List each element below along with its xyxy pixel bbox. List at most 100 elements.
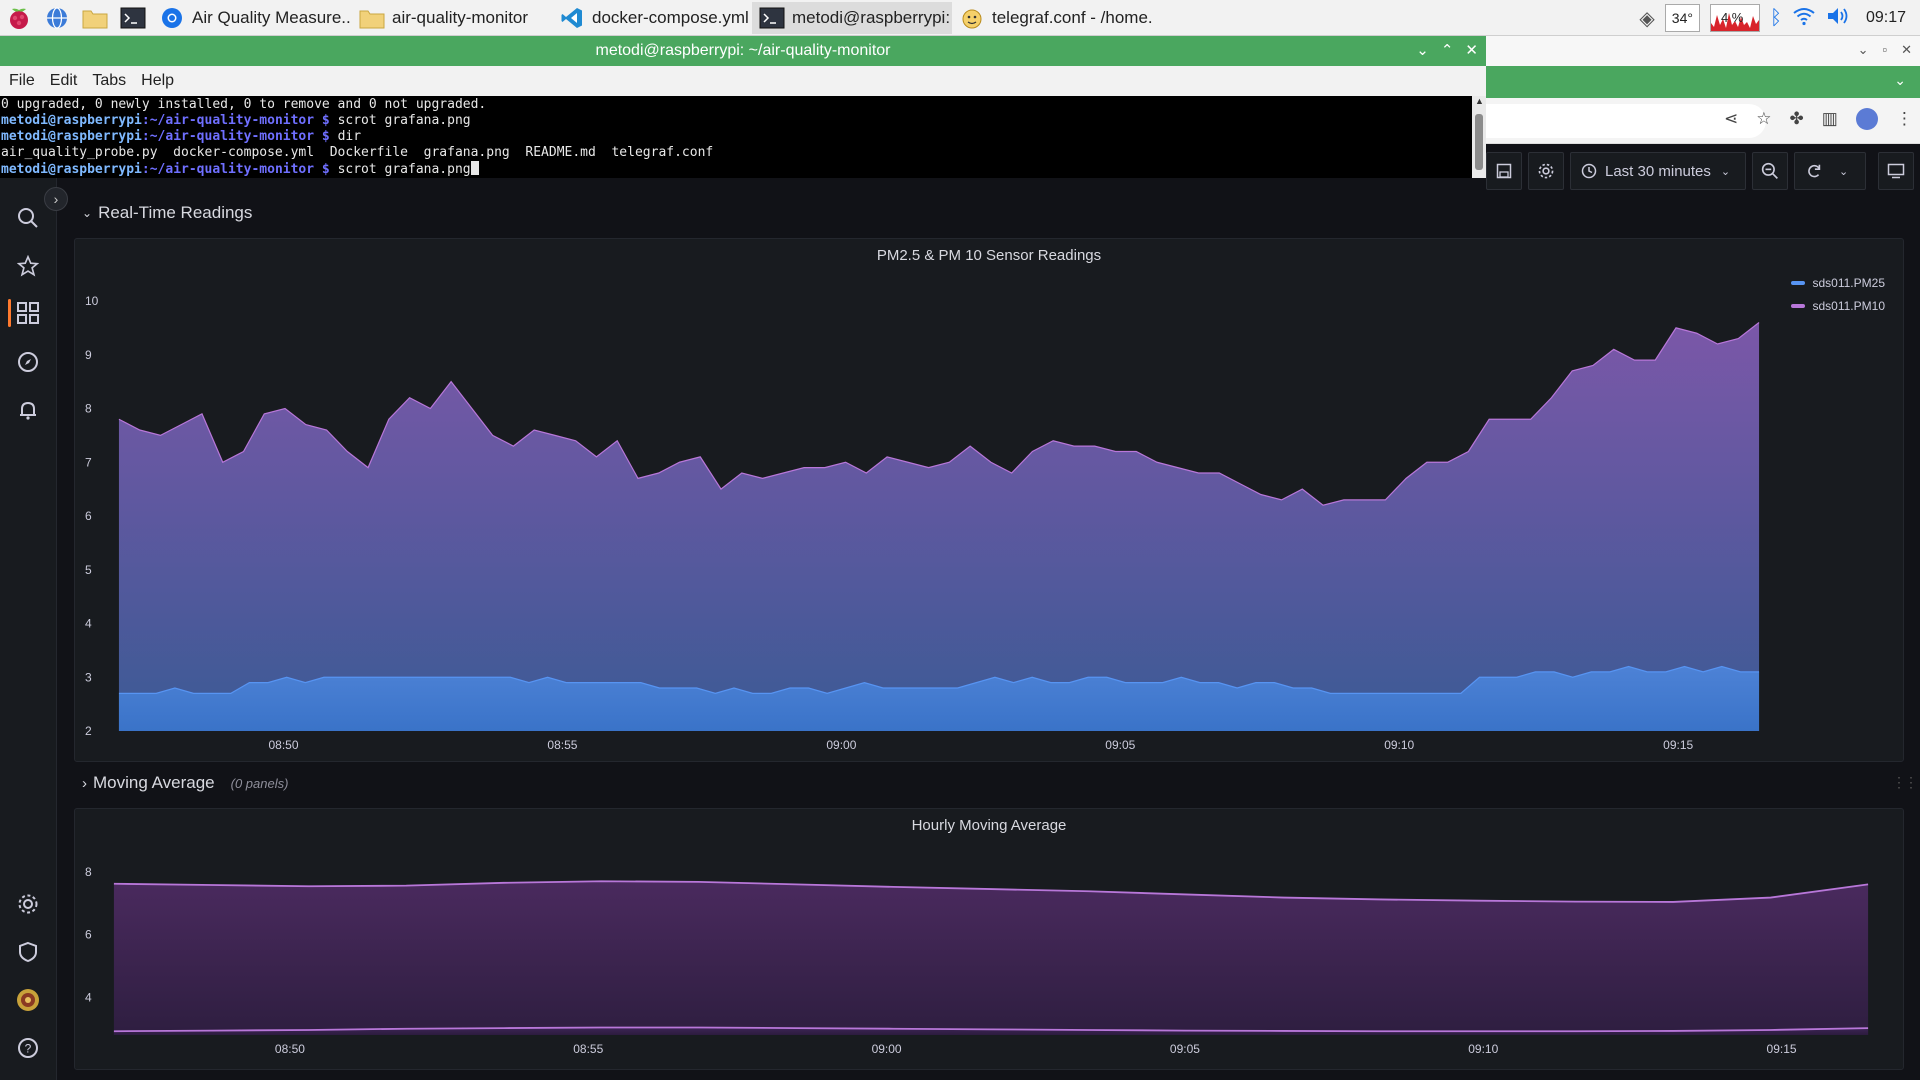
- task-text-editor[interactable]: telegraf.conf - /home...: [952, 2, 1152, 34]
- chevron-down-icon[interactable]: ⌄: [1858, 42, 1869, 58]
- y-tick-label: 7: [85, 455, 92, 469]
- browser-tab-strip: ⌄: [1486, 66, 1920, 98]
- alerting-bell-icon[interactable]: [14, 396, 42, 424]
- clock-icon: [1581, 163, 1597, 179]
- save-dashboard-button[interactable]: [1486, 152, 1522, 190]
- settings-gear-icon[interactable]: [14, 890, 42, 918]
- terminal-menubar: File Edit Tabs Help: [0, 66, 1486, 96]
- file-manager-launcher-icon[interactable]: [80, 4, 110, 32]
- legend-swatch: [1790, 303, 1805, 308]
- starred-icon[interactable]: [14, 252, 42, 280]
- close-icon[interactable]: ✕: [1901, 42, 1912, 58]
- grafana-sidebar: ?: [0, 146, 57, 1080]
- help-icon[interactable]: ?: [14, 1034, 42, 1062]
- legend-item-pm25[interactable]: sds011.PM25: [1790, 271, 1885, 294]
- menu-help[interactable]: Help: [141, 72, 174, 90]
- menu-tabs[interactable]: Tabs: [92, 72, 126, 90]
- menu-kebab-icon[interactable]: ⋮: [1896, 109, 1913, 129]
- x-tick-label: 09:05: [1105, 738, 1135, 752]
- bookmark-star-icon[interactable]: ☆: [1756, 109, 1771, 129]
- pm-sensor-chart[interactable]: 2 3 4 5 6 7 8 9 10 08:50 08:55 09:00 09:05 09:10 09:15: [75, 239, 1905, 763]
- row-real-time-readings[interactable]: ⌄ Real-Time Readings: [82, 203, 252, 223]
- task-file-manager[interactable]: air-quality-monitor: [352, 2, 552, 34]
- cpu-usage-monitor[interactable]: 4 %: [1709, 4, 1760, 32]
- time-range-picker[interactable]: Last 30 minutes ⌄: [1570, 152, 1746, 190]
- clock[interactable]: 09:17: [1866, 9, 1906, 27]
- zoom-out-button[interactable]: [1752, 152, 1788, 190]
- raspberry-menu-icon[interactable]: [4, 4, 34, 32]
- pm-sensor-panel[interactable]: PM2.5 & PM 10 Sensor Readings 2 3 4 5 6 7 8 9 10…: [74, 238, 1904, 762]
- legend-item-pm10[interactable]: sds011.PM10: [1790, 294, 1885, 317]
- explore-icon[interactable]: [14, 348, 42, 376]
- prompt-user: metodi@raspberrypi: [1, 162, 142, 177]
- terminal-icon: [758, 5, 786, 31]
- x-tick-label: 09:00: [872, 1042, 902, 1056]
- close-icon[interactable]: ✕: [1465, 41, 1478, 59]
- bluetooth-icon[interactable]: ᛒ: [1770, 7, 1782, 30]
- chevron-down-icon[interactable]: ⌄: [1894, 72, 1906, 89]
- extensions-icon[interactable]: ✤: [1790, 109, 1804, 129]
- dashboards-icon[interactable]: [14, 299, 42, 327]
- dashboard-settings-button[interactable]: [1528, 152, 1564, 190]
- maximize-icon[interactable]: ▫: [1882, 42, 1887, 58]
- scroll-up-icon[interactable]: ▲: [1475, 96, 1484, 106]
- task-terminal[interactable]: metodi@raspberrypi: ...: [752, 1, 952, 34]
- prompt-user: metodi@raspberrypi: [1, 113, 142, 128]
- share-icon[interactable]: ⋖: [1724, 109, 1738, 129]
- prompt-path: :~/air-quality-monitor $: [141, 129, 338, 144]
- eject-drive-icon[interactable]: ◈: [1639, 6, 1654, 31]
- text-cursor: [470, 161, 479, 175]
- prompt-path: :~/air-quality-monitor $: [141, 162, 338, 177]
- task-vscode[interactable]: docker-compose.yml ...: [552, 2, 752, 34]
- chart-legend: sds011.PM25 sds011.PM10: [1790, 271, 1885, 317]
- shield-icon[interactable]: [14, 938, 42, 966]
- y-tick-label: 4: [85, 990, 92, 1004]
- maximize-icon[interactable]: ⌃: [1441, 41, 1454, 59]
- task-chromium[interactable]: Air Quality Measure...: [152, 2, 352, 34]
- profile-avatar[interactable]: [1855, 108, 1878, 130]
- scrollbar-thumb[interactable]: [1475, 114, 1483, 170]
- terminal-window[interactable]: metodi@raspberrypi: ~/air-quality-monito…: [0, 36, 1486, 178]
- y-tick-label: 2: [85, 724, 92, 738]
- cpu-temperature-monitor[interactable]: 34°: [1664, 4, 1700, 32]
- sidepanel-icon[interactable]: ▥: [1822, 109, 1838, 129]
- chevron-down-icon: ⌄: [1720, 165, 1731, 178]
- terminal-launcher-icon[interactable]: [118, 4, 148, 32]
- y-tick-label: 9: [85, 348, 92, 362]
- refresh-button[interactable]: ⌄: [1794, 152, 1866, 190]
- legend-swatch: [1790, 280, 1805, 285]
- wifi-icon[interactable]: [1792, 6, 1816, 31]
- y-tick-label: 5: [85, 563, 92, 577]
- y-tick-label: 8: [85, 865, 92, 879]
- volume-icon[interactable]: [1826, 6, 1850, 31]
- drag-handle-icon[interactable]: ⋮⋮: [1892, 774, 1918, 791]
- minimize-icon[interactable]: ⌄: [1416, 41, 1429, 59]
- chromium-icon: [158, 5, 186, 31]
- y-tick-label: 10: [85, 294, 99, 308]
- tv-mode-button[interactable]: [1878, 152, 1914, 190]
- chevron-down-icon: ⌄: [1839, 165, 1849, 178]
- moving-average-chart[interactable]: 4 6 8 08:50 08:55 09:00 09:05 09:10 09:15: [75, 809, 1905, 1071]
- y-tick-label: 8: [85, 402, 92, 416]
- search-icon[interactable]: [14, 204, 42, 232]
- user-avatar[interactable]: [14, 986, 42, 1014]
- browser-window-titlebar: ⌄ ▫ ✕: [1486, 36, 1920, 66]
- row-title: Moving Average: [93, 773, 215, 792]
- terminal-titlebar[interactable]: metodi@raspberrypi: ~/air-quality-monito…: [0, 36, 1486, 66]
- terminal-command: scrot grafana.png: [337, 162, 471, 177]
- terminal-output[interactable]: 0 upgraded, 0 newly installed, 0 to remo…: [0, 96, 1472, 178]
- x-tick-label: 09:15: [1767, 1042, 1797, 1056]
- terminal-scrollbar[interactable]: ▲: [1472, 96, 1486, 178]
- row-title: Real-Time Readings: [98, 203, 253, 222]
- menu-edit[interactable]: Edit: [50, 72, 78, 90]
- y-tick-label: 6: [85, 509, 92, 523]
- web-browser-launcher-icon[interactable]: [42, 4, 72, 32]
- x-tick-label: 09:10: [1468, 1042, 1498, 1056]
- expand-sidebar-button[interactable]: ›: [44, 187, 68, 211]
- menu-file[interactable]: File: [9, 72, 35, 90]
- series-area: [118, 322, 1760, 731]
- text-editor-icon: [958, 5, 986, 31]
- row-moving-average[interactable]: › Moving Average (0 panels): [82, 773, 288, 793]
- row-panel-count: (0 panels): [230, 775, 289, 791]
- hourly-moving-average-panel[interactable]: Hourly Moving Average 4 6 8 08:50 08:55 09:00…: [74, 808, 1904, 1070]
